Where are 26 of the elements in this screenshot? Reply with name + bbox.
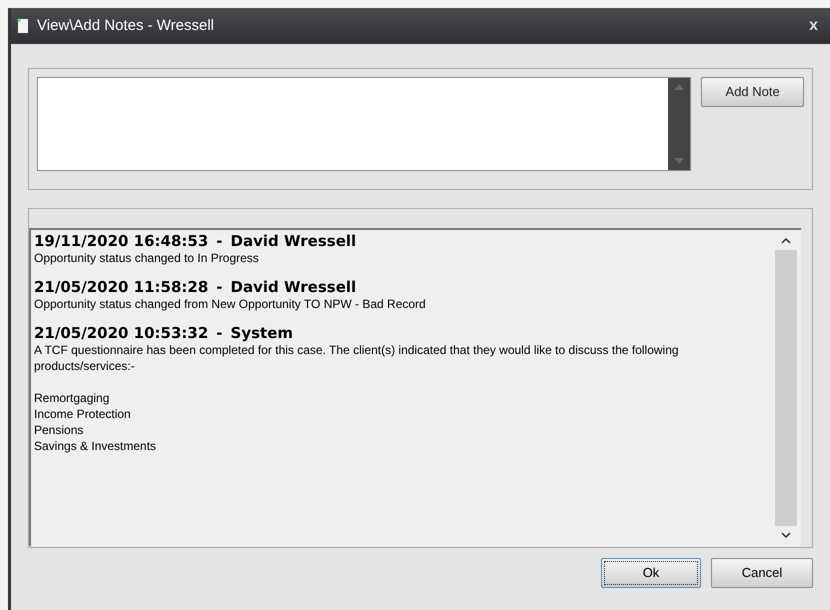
scroll-up-icon[interactable] bbox=[781, 238, 791, 244]
scroll-down-icon[interactable] bbox=[781, 532, 791, 538]
scroll-thumb[interactable] bbox=[775, 250, 797, 526]
note-icon bbox=[17, 18, 29, 34]
dialog-button[interactable]: Ok bbox=[601, 558, 701, 588]
note-text: Pensions bbox=[34, 422, 84, 438]
note-text: A TCF questionnaire has been completed for this case. The client(s) indicated that they would like to discuss the following products/services:- bbox=[34, 342, 680, 374]
note-text: Remortgaging bbox=[34, 390, 110, 406]
note-timestamp: 21/05/2020 10:53:32 bbox=[34, 324, 208, 342]
note-author: David Wressell bbox=[230, 232, 356, 250]
note-text: Opportunity status changed from New Opportunity TO NPW - Bad Record bbox=[34, 296, 427, 312]
note-author: David Wressell bbox=[230, 278, 356, 296]
note-input-field[interactable] bbox=[37, 77, 692, 171]
note-separator: - bbox=[216, 324, 223, 342]
note-timestamp: 21/05/2020 11:58:28 bbox=[34, 278, 208, 296]
note-separator: - bbox=[216, 232, 223, 250]
note-text: Income Protection bbox=[34, 406, 132, 422]
note-text: Opportunity status changed to In Progress bbox=[34, 250, 260, 266]
note-timestamp: 19/11/2020 16:48:53 bbox=[34, 232, 208, 250]
note-separator: - bbox=[216, 278, 223, 296]
dialog-button[interactable]: Cancel bbox=[711, 558, 813, 588]
close-button[interactable]: x bbox=[809, 18, 818, 34]
window-title: View\Add Notes - Wressell bbox=[37, 16, 214, 36]
add-note-button[interactable]: Add Note bbox=[701, 77, 804, 107]
note-author: System bbox=[230, 324, 294, 342]
note-text: Savings & Investments bbox=[34, 438, 158, 454]
